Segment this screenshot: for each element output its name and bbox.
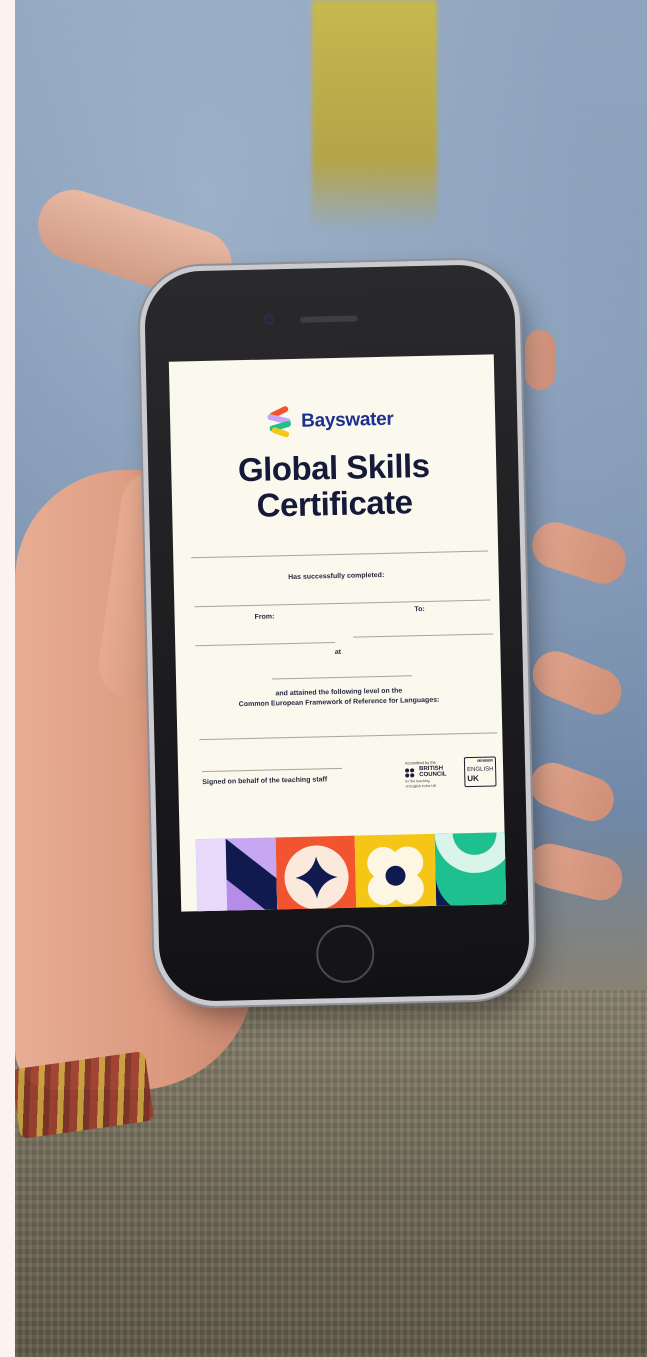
bayswater-logo: Bayswater — [266, 405, 394, 438]
at-label: at — [334, 648, 342, 657]
title-line-2: Certificate — [256, 483, 413, 524]
course-line — [194, 599, 491, 608]
arches-tile-icon — [434, 832, 507, 912]
signature-line — [202, 767, 343, 773]
earpiece-speaker — [299, 315, 358, 323]
brand-name: Bayswater — [300, 408, 394, 432]
from-date-line — [195, 642, 336, 647]
to-label: To: — [414, 606, 425, 614]
english-uk-uk-text: UK — [467, 773, 479, 784]
chevron-tile-icon — [195, 837, 277, 912]
smartphone: Bayswater Global Skills Certificate Has … — [143, 263, 531, 1003]
yellow-fabric — [312, 0, 437, 230]
flower-tile-icon — [354, 833, 436, 912]
signature-label: Signed on behalf of the teaching staff — [202, 776, 328, 787]
accreditation-scope-line-2: of English in the UK — [405, 783, 437, 789]
level-line — [199, 732, 498, 741]
completed-label: Has successfully completed: — [288, 571, 385, 582]
school-line — [272, 675, 413, 680]
star-tile-icon — [275, 835, 357, 912]
pattern-tiles — [195, 832, 507, 912]
front-camera-icon — [264, 315, 273, 324]
home-button[interactable] — [315, 924, 375, 984]
right-fingers — [523, 330, 635, 930]
british-council-line-2: COUNCIL — [419, 771, 447, 779]
british-council-dots — [405, 768, 417, 778]
bayswater-logo-icon — [266, 405, 294, 438]
british-council-logo-icon: Accredited by the BRITISH COUNCIL for th… — [405, 759, 456, 789]
name-line — [191, 550, 489, 559]
certificate-title: Global Skills Certificate — [171, 446, 498, 525]
from-label: From: — [254, 613, 275, 621]
english-uk-english-text: ENGLISH — [467, 766, 494, 774]
certificate-screen: Bayswater Global Skills Certificate Has … — [168, 354, 507, 912]
english-uk-member-text: MEMBER — [477, 758, 493, 763]
english-uk-logo-icon: MEMBER ENGLISH UK — [463, 756, 497, 788]
to-date-line — [353, 633, 494, 638]
